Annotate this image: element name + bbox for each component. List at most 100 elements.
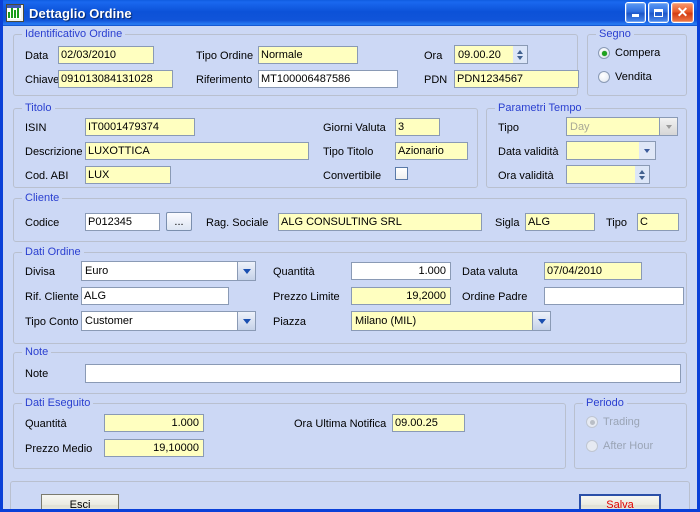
input-quantita-eseguito: 1.000	[104, 414, 204, 432]
group-periodo: Periodo	[574, 397, 687, 469]
input-rag-sociale[interactable]: ALG CONSULTING SRL	[278, 213, 482, 231]
label-descrizione: Descrizione	[25, 146, 83, 158]
label-prezzo-medio: Prezzo Medio	[25, 443, 93, 455]
input-prezzo-medio: 19,10000	[104, 439, 204, 457]
input-ordine-padre[interactable]	[544, 287, 684, 305]
chevron-down-icon[interactable]	[237, 312, 255, 330]
radio-after-hour[interactable]: After Hour	[586, 440, 653, 452]
input-rif-cliente[interactable]: ALG	[81, 287, 229, 305]
spinner-up-icon[interactable]	[517, 49, 523, 54]
label-quantita-ordine: Quantità	[273, 266, 315, 278]
input-quantita-ordine[interactable]: 1.000	[351, 262, 451, 280]
group-dati-eseguito: Dati Eseguito	[13, 397, 566, 469]
maximize-icon	[654, 8, 663, 17]
radio-vendita[interactable]: Vendita	[598, 71, 652, 83]
radio-vendita-indicator	[598, 71, 610, 83]
label-pdn: PDN	[424, 74, 448, 86]
input-isin[interactable]: IT0001479374	[85, 118, 195, 136]
label-divisa: Divisa	[25, 266, 55, 278]
close-button[interactable]: ✕	[671, 2, 694, 23]
spinner-down-icon[interactable]	[517, 55, 523, 60]
select-data-validita[interactable]	[566, 141, 656, 160]
esci-button[interactable]: Esci	[41, 494, 119, 509]
spinner-up-icon[interactable]	[639, 169, 645, 174]
input-note[interactable]	[85, 364, 681, 383]
browse-cliente-button[interactable]: ...	[166, 212, 192, 231]
input-codice[interactable]: P012345	[85, 213, 160, 231]
label-tipo-cliente: Tipo	[606, 217, 627, 229]
input-tipo-titolo[interactable]: Azionario	[395, 142, 468, 160]
input-descrizione[interactable]: LUXOTTICA	[85, 142, 309, 160]
input-ora-value: 09.00.20	[458, 48, 501, 61]
group-legend-identificativo-ordine: Identificativo Ordine	[22, 28, 126, 40]
label-isin: ISIN	[25, 122, 47, 134]
close-icon: ✕	[676, 4, 689, 20]
group-legend-dati-eseguito: Dati Eseguito	[22, 397, 94, 409]
chart-app-icon	[6, 4, 24, 22]
label-prezzo-limite: Prezzo Limite	[273, 291, 340, 303]
radio-vendita-label: Vendita	[615, 71, 652, 83]
select-piazza[interactable]: Milano (MIL)	[351, 311, 551, 331]
maximize-button[interactable]	[648, 2, 669, 23]
select-piazza-value: Milano (MIL)	[355, 315, 417, 327]
label-quantita-eseguito: Quantità	[25, 418, 67, 430]
group-legend-periodo: Periodo	[583, 397, 627, 409]
label-tipo-titolo: Tipo Titolo	[323, 146, 374, 158]
input-ora-spinner[interactable]: 09.00.20	[454, 45, 528, 64]
input-ora-validita-spinner[interactable]	[566, 165, 650, 184]
label-rif-cliente: Rif. Cliente	[25, 291, 79, 303]
group-legend-parametri-tempo: Parametri Tempo	[495, 102, 585, 114]
ora-validita-spinner-buttons[interactable]	[635, 166, 649, 183]
label-sigla: Sigla	[495, 217, 520, 229]
chevron-down-icon[interactable]	[659, 118, 677, 135]
chevron-down-icon[interactable]	[639, 142, 655, 159]
label-ordine-padre: Ordine Padre	[462, 291, 528, 303]
radio-after-hour-indicator	[586, 440, 598, 452]
group-legend-segno: Segno	[596, 28, 634, 40]
select-tipo-conto[interactable]: Customer	[81, 311, 256, 331]
input-ora-ultima-notifica: 09.00.25	[392, 414, 465, 432]
order-detail-window: Dettaglio Ordine ✕ Identificativo Ordine…	[0, 0, 700, 512]
input-tipo-cliente[interactable]: C	[637, 213, 679, 231]
label-tipo-conto: Tipo Conto	[25, 316, 79, 328]
label-ora: Ora	[424, 50, 443, 62]
radio-trading[interactable]: Trading	[586, 416, 640, 428]
label-data-validita: Data validità	[498, 146, 559, 158]
window-controls: ✕	[625, 2, 694, 23]
chevron-down-icon[interactable]	[532, 312, 550, 330]
input-giorni-valuta[interactable]: 3	[395, 118, 440, 136]
checkbox-convertibile[interactable]	[395, 167, 408, 180]
input-riferimento[interactable]: MT100006487586	[258, 70, 398, 88]
label-tipo-ordine: Tipo Ordine	[196, 50, 254, 62]
salva-button[interactable]: Salva	[579, 494, 661, 509]
group-legend-cliente: Cliente	[22, 192, 63, 204]
input-data-valuta[interactable]: 07/04/2010	[544, 262, 642, 280]
input-tipo-ordine[interactable]: Normale	[258, 46, 358, 64]
select-tipo-tempo-value: Day	[570, 120, 590, 133]
label-data: Data	[25, 50, 49, 62]
select-tipo-tempo[interactable]: Day	[566, 117, 678, 136]
group-legend-titolo: Titolo	[22, 102, 55, 114]
radio-trading-label: Trading	[603, 416, 640, 428]
label-cod-abi: Cod. ABI	[25, 170, 69, 182]
input-pdn[interactable]: PDN1234567	[454, 70, 579, 88]
dialog-client-area: Identificativo Ordine Data 02/03/2010 Ch…	[3, 26, 697, 509]
radio-compera[interactable]: Compera	[598, 47, 660, 59]
input-sigla[interactable]: ALG	[525, 213, 595, 231]
label-convertibile: Convertibile	[323, 170, 382, 182]
label-rag-sociale: Rag. Sociale	[206, 217, 269, 229]
group-legend-dati-ordine: Dati Ordine	[22, 246, 84, 258]
chevron-down-icon[interactable]	[237, 262, 255, 280]
spinner-down-icon[interactable]	[639, 175, 645, 180]
select-divisa[interactable]: Euro	[81, 261, 256, 281]
group-legend-note: Note	[22, 346, 52, 358]
input-prezzo-limite[interactable]: 19,2000	[351, 287, 451, 305]
input-chiave[interactable]: 091013084131028	[58, 70, 173, 88]
window-titlebar: Dettaglio Ordine ✕	[3, 0, 697, 26]
label-riferimento: Riferimento	[196, 74, 253, 86]
input-data[interactable]: 02/03/2010	[58, 46, 154, 64]
input-cod-abi[interactable]: LUX	[85, 166, 171, 184]
group-segno: Segno	[587, 28, 687, 96]
ora-spinner-buttons[interactable]	[513, 46, 527, 63]
minimize-button[interactable]	[625, 2, 646, 23]
